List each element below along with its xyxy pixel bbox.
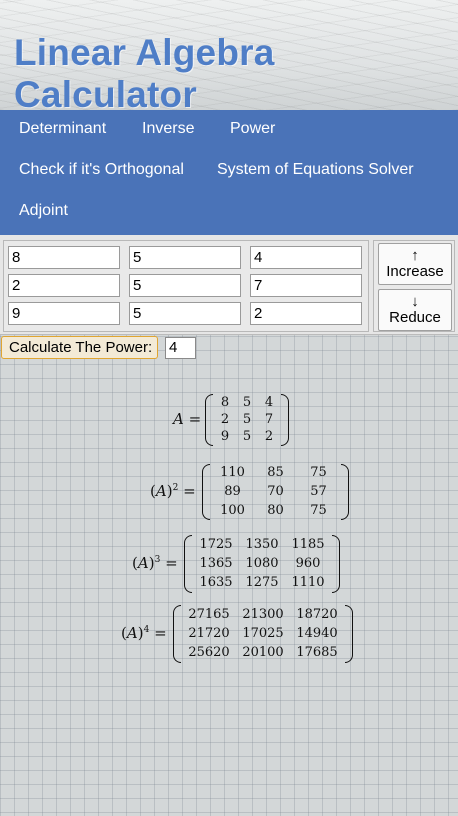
result-cell: 70 xyxy=(267,484,284,499)
reduce-label: Reduce xyxy=(389,309,441,326)
increase-label: Increase xyxy=(386,263,444,280)
matrix-cell-1-1[interactable]: 5 xyxy=(129,274,241,297)
result-matrix-3: 27165 21300 18720 21720 17025 14940 25620 20100… xyxy=(173,605,353,663)
result-cell: 17685 xyxy=(296,645,338,661)
result-cell: 7 xyxy=(264,412,274,427)
result-cell: 5 xyxy=(242,394,252,410)
nav-power[interactable]: Power xyxy=(230,120,275,138)
result-cell: 960 xyxy=(295,556,321,571)
result-cell: 20100 xyxy=(242,645,284,661)
matrix-cell-0-0[interactable]: 8 xyxy=(8,246,120,269)
result-cell: 110 xyxy=(220,465,245,481)
result-cell: 21720 xyxy=(188,626,230,641)
matrix-cell-1-2[interactable]: 7 xyxy=(250,274,362,297)
power-input[interactable]: 4 xyxy=(165,337,196,359)
right-paren xyxy=(281,394,289,446)
result-cell: 8 xyxy=(220,394,230,410)
result-cell: 75 xyxy=(310,465,327,481)
left-paren xyxy=(205,394,213,446)
matrix-input-grid: 8 5 4 2 5 7 9 5 2 xyxy=(3,240,369,332)
result-cell: 1275 xyxy=(245,575,279,591)
matrix-cell-0-2[interactable]: 4 xyxy=(250,246,362,269)
nav-orthogonal[interactable]: Check if it's Orthogonal xyxy=(19,161,184,179)
matrix-cell-2-1[interactable]: 5 xyxy=(129,302,241,325)
nav-adjoint[interactable]: Adjoint xyxy=(19,202,68,220)
result-cell: 89 xyxy=(224,484,241,499)
result-cell: 2 xyxy=(220,412,230,427)
arrow-down-icon: ↓ xyxy=(411,293,419,310)
result-label-1: (A)2 = xyxy=(150,482,196,500)
calculate-power-button[interactable]: Calculate The Power: xyxy=(1,336,158,359)
result-cell: 1365 xyxy=(199,556,233,571)
right-paren xyxy=(332,535,340,593)
matrix-cell-0-1[interactable]: 5 xyxy=(129,246,241,269)
page-title: Linear Algebra Calculator xyxy=(14,32,275,110)
left-paren xyxy=(173,605,181,663)
result-label-0: A = xyxy=(173,410,202,428)
result-cell: 80 xyxy=(267,502,284,518)
result-cell: 17025 xyxy=(242,626,284,641)
result-cell: 85 xyxy=(267,465,284,481)
size-buttons: ↑ Increase ↓ Reduce xyxy=(373,240,455,332)
result-cell: 18720 xyxy=(296,606,338,622)
matrix-cell-2-2[interactable]: 2 xyxy=(250,302,362,325)
result-matrix-0: 854257952 xyxy=(205,394,289,446)
result-cell: 14940 xyxy=(296,626,338,641)
reduce-button[interactable]: ↓ Reduce xyxy=(378,289,452,331)
result-cell: 21300 xyxy=(242,606,284,622)
right-paren xyxy=(341,464,349,520)
main-nav: Determinant Inverse Power Check if it's … xyxy=(0,110,458,233)
matrix-panel: 8 5 4 2 5 7 9 5 2 ↑ Increase ↓ Reduce xyxy=(0,233,458,335)
result-matrix-2: 1725 1350 1185 1365 1080 960 1635 1275 1110 xyxy=(184,535,340,593)
result-cell: 1635 xyxy=(199,575,233,591)
result-label-2: (A)3 = xyxy=(132,554,178,572)
result-cell: 1350 xyxy=(245,536,279,552)
result-cell: 2 xyxy=(264,429,274,445)
nav-inverse[interactable]: Inverse xyxy=(142,120,194,138)
left-paren xyxy=(202,464,210,520)
nav-equation-solver[interactable]: System of Equations Solver xyxy=(217,161,414,179)
right-paren xyxy=(345,605,353,663)
result-cell: 1725 xyxy=(199,536,233,552)
result-cell: 25620 xyxy=(188,645,230,661)
result-cell: 75 xyxy=(310,502,327,518)
left-paren xyxy=(184,535,192,593)
result-cell: 1110 xyxy=(291,575,325,591)
result-cell: 5 xyxy=(242,429,252,445)
result-cell: 100 xyxy=(220,502,245,518)
result-cell: 1080 xyxy=(245,556,279,571)
matrix-cell-2-0[interactable]: 9 xyxy=(8,302,120,325)
result-cell: 9 xyxy=(220,429,230,445)
result-cell: 27165 xyxy=(188,606,230,622)
nav-determinant[interactable]: Determinant xyxy=(19,120,106,138)
increase-button[interactable]: ↑ Increase xyxy=(378,243,452,285)
result-label-3: (A)4 = xyxy=(121,624,167,642)
result-cell: 57 xyxy=(310,484,327,499)
header-banner: Linear Algebra Calculator xyxy=(0,0,458,110)
result-cell: 5 xyxy=(242,412,252,427)
result-matrix-1: 110 85 75 89 70 57 100 80 75 xyxy=(202,464,349,520)
arrow-up-icon: ↑ xyxy=(411,247,419,264)
matrix-cell-1-0[interactable]: 2 xyxy=(8,274,120,297)
result-cell: 4 xyxy=(264,394,274,410)
result-cell: 1185 xyxy=(291,536,325,552)
